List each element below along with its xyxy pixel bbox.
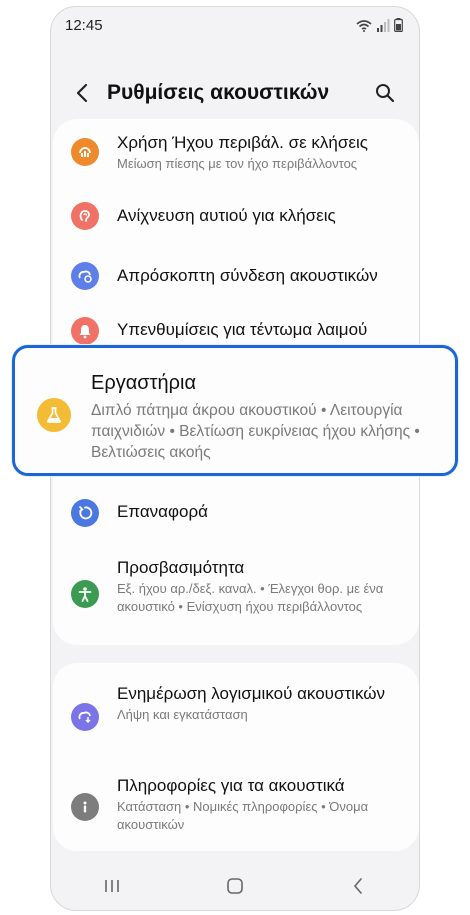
- status-icons: [356, 18, 403, 32]
- search-icon: [376, 84, 395, 103]
- signal-icon: [377, 19, 390, 32]
- bell-icon: [71, 317, 99, 345]
- recent-apps-icon: [105, 880, 120, 892]
- ear-detection-icon: [71, 202, 99, 230]
- back-nav-button[interactable]: [338, 871, 378, 901]
- ambient-sound-icon: [71, 138, 99, 166]
- setting-software-update[interactable]: Ενημέρωση λογισμικού ακουστικών Λήψη και…: [53, 679, 419, 745]
- setting-title: Ανίχνευση αυτιού για κλήσεις: [117, 206, 336, 225]
- wifi-icon: [356, 20, 372, 32]
- software-update-icon: [71, 703, 99, 731]
- setting-seamless-connection[interactable]: Απρόσκοπτη σύνδεση ακουστικών: [53, 251, 419, 301]
- setting-subtitle: Λήψη και εγκατάσταση: [117, 707, 248, 722]
- status-time: 12:45: [65, 17, 103, 34]
- setting-title: Απρόσκοπτη σύνδεση ακουστικών: [117, 266, 378, 285]
- back-arrow-icon: [76, 83, 88, 103]
- battery-icon: [394, 18, 403, 32]
- navigation-bar: [51, 862, 419, 910]
- labs-subtitle: Διπλό πάτημα άκρου ακουστικού • Λειτουργ…: [91, 402, 420, 461]
- settings-card-2: Ενημέρωση λογισμικού ακουστικών Λήψη και…: [53, 663, 419, 851]
- app-bar: Ρυθμίσεις ακουστικών: [51, 67, 419, 119]
- info-icon: [71, 793, 99, 821]
- home-icon: [227, 878, 243, 894]
- home-button[interactable]: [215, 871, 255, 901]
- flask-icon: [37, 398, 71, 432]
- seamless-connection-icon: [71, 262, 99, 290]
- setting-subtitle: Κατάσταση • Νομικές πληροφορίες • Όνομα …: [117, 799, 369, 832]
- status-bar: 12:45: [51, 7, 419, 43]
- setting-reset[interactable]: Επαναφορά: [53, 493, 419, 533]
- setting-subtitle: Μείωση πίεσης με τον ήχο περιβάλλοντος: [117, 156, 358, 171]
- back-nav-icon: [353, 878, 362, 894]
- setting-accessibility[interactable]: Προσβασιμότητα Εξ. ήχου αρ./δεξ. καναλ. …: [53, 551, 419, 637]
- setting-labs[interactable]: Εργαστήρια Διπλό πάτημα άκρου ακουστικού…: [12, 345, 458, 476]
- setting-title: Χρήση Ήχου περιβάλ. σε κλήσεις: [117, 133, 368, 152]
- setting-title: Επαναφορά: [117, 502, 208, 521]
- back-button[interactable]: [69, 79, 95, 107]
- setting-earbuds-info[interactable]: Πληροφορίες για τα ακουστικά Κατάσταση •…: [53, 773, 419, 839]
- accessibility-icon: [71, 580, 99, 608]
- page-title: Ρυθμίσεις ακουστικών: [107, 81, 330, 104]
- search-button[interactable]: [371, 79, 399, 107]
- reset-icon: [71, 499, 99, 527]
- setting-ear-detection-calls[interactable]: Ανίχνευση αυτιού για κλήσεις: [53, 191, 419, 241]
- setting-title: Πληροφορίες για τα ακουστικά: [117, 776, 345, 795]
- labs-title: Εργαστήρια: [91, 372, 197, 394]
- setting-title: Προσβασιμότητα: [117, 558, 245, 577]
- recent-apps-button[interactable]: [92, 871, 132, 901]
- setting-ambient-sound-calls[interactable]: Χρήση Ήχου περιβάλ. σε κλήσεις Μείωση πί…: [53, 125, 419, 179]
- setting-title: Ενημέρωση λογισμικού ακουστικών: [117, 684, 386, 703]
- setting-subtitle: Εξ. ήχου αρ./δεξ. καναλ. • Έλεγχοι θορ. …: [117, 581, 384, 614]
- setting-title: Υπενθυμίσεις για τέντωμα λαιμού: [117, 320, 368, 339]
